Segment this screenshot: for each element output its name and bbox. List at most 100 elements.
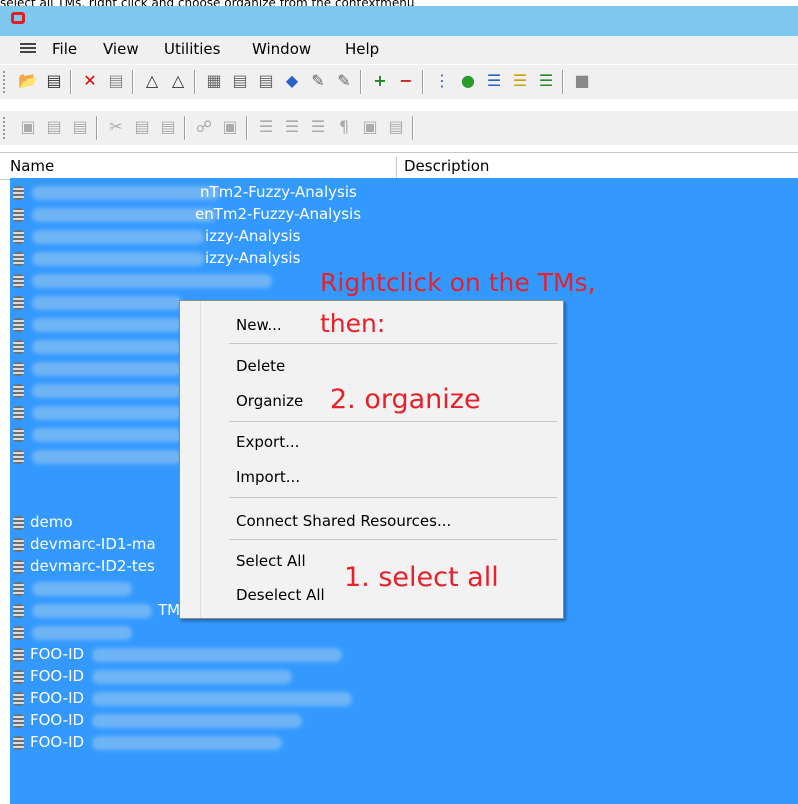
annotation-organize: 2. organize [330, 384, 481, 415]
list-item[interactable]: enTm2-Fuzzy-Analysis [10, 204, 798, 226]
list-item[interactable]: FOO-ID [10, 710, 798, 732]
column-description-header[interactable]: Description [404, 157, 489, 175]
column-name-header[interactable]: Name [10, 157, 54, 175]
context-export[interactable]: Export... [236, 433, 299, 451]
open-folder-icon[interactable]: 📂 [18, 71, 38, 91]
database-icon [13, 670, 24, 684]
export-icon[interactable]: ▤ [256, 71, 276, 91]
database-icon [13, 340, 24, 354]
list-item-label: FOO-ID [30, 733, 85, 751]
database-icon [13, 362, 24, 376]
list-item-label: izzy-Analysis [205, 249, 301, 267]
tree-icon[interactable]: ▤ [230, 71, 250, 91]
list-item[interactable]: FOO-ID [10, 732, 798, 754]
system-menu-icon[interactable] [20, 43, 36, 57]
align-left-icon[interactable]: ☰ [256, 117, 276, 137]
toolbar-separator [194, 70, 196, 94]
link-icon[interactable]: ☍ [194, 117, 214, 137]
copy-doc-icon[interactable]: ▤ [106, 71, 126, 91]
database-icon [13, 296, 24, 310]
more-icon[interactable]: ■ [572, 71, 592, 91]
add-item-icon[interactable]: + [370, 71, 390, 91]
menu-utilities[interactable]: Utilities [164, 40, 220, 58]
toolbar-separator [246, 116, 248, 140]
toolbar-grip[interactable] [3, 71, 9, 93]
bullets-yellow-icon[interactable]: ☰ [510, 71, 530, 91]
list-item-label: devmarc-ID1-ma [30, 535, 156, 553]
align-center-icon[interactable]: ☰ [282, 117, 302, 137]
edit-b-icon[interactable]: ✎ [334, 71, 354, 91]
database-icon [13, 450, 24, 464]
context-organize[interactable]: Organize [236, 392, 303, 410]
context-import[interactable]: Import... [236, 468, 300, 486]
cut-icon[interactable]: ✂ [106, 117, 126, 137]
annotation-then: then: [320, 309, 386, 338]
database-icon [13, 582, 24, 596]
menu-window[interactable]: Window [252, 40, 311, 58]
toolbar-separator [422, 70, 424, 94]
toolbar-separator [132, 70, 134, 94]
context-deselect-all[interactable]: Deselect All [236, 586, 325, 604]
list-item-label: FOO-ID [30, 667, 85, 685]
bullets-icon[interactable]: ☰ [484, 71, 504, 91]
list-item[interactable]: izzy-Analysis [10, 226, 798, 248]
list-item-label: izzy-Analysis [205, 227, 301, 245]
menu-help[interactable]: Help [345, 40, 379, 58]
list-item[interactable]: FOO-ID [10, 644, 798, 666]
annotation-rightclick: Rightclick on the TMs, [320, 268, 596, 297]
database-icon [13, 186, 24, 200]
align-right-icon[interactable]: ☰ [308, 117, 328, 137]
grid-icon[interactable]: ▦ [204, 71, 224, 91]
context-new[interactable]: New... [236, 316, 282, 334]
list-item-label: FOO-ID [30, 689, 85, 707]
list-item[interactable] [10, 622, 798, 644]
list-item-label: FOO-ID [30, 645, 85, 663]
title-bar [0, 6, 798, 36]
main-toolbar: 📂 ▤ ✕ ▤ △ △ ▦ ▤ ▤ ◆ ✎ ✎ + − ⋮ ● ☰ ☰ ☰ ■ [0, 64, 798, 99]
list-item[interactable]: FOO-ID [10, 666, 798, 688]
toolbar-grip[interactable] [3, 117, 9, 139]
page-icon[interactable]: ▤ [386, 117, 406, 137]
context-select-all[interactable]: Select All [236, 552, 306, 570]
disk-icon[interactable]: ▣ [18, 117, 38, 137]
paste-icon[interactable]: ▤ [158, 117, 178, 137]
list-item-label: TM [158, 601, 181, 619]
context-connect-shared-resources[interactable]: Connect Shared Resources... [236, 512, 451, 530]
toolbar-separator [360, 70, 362, 94]
edit-a-icon[interactable]: ✎ [308, 71, 328, 91]
move-down-doc-icon[interactable]: △ [168, 71, 188, 91]
menu-view[interactable]: View [103, 40, 139, 58]
archive-icon[interactable]: ▣ [220, 117, 240, 137]
toolbar-separator [562, 70, 564, 94]
list-item-label: devmarc-ID2-tes [30, 557, 155, 575]
globe-icon[interactable]: ● [458, 71, 478, 91]
menu-file[interactable]: File [52, 40, 77, 58]
database-icon [13, 318, 24, 332]
move-up-doc-icon[interactable]: △ [142, 71, 162, 91]
list-item[interactable]: nTm2-Fuzzy-Analysis [10, 182, 798, 204]
tag-icon[interactable]: ◆ [282, 71, 302, 91]
toolbar-separator [96, 116, 98, 140]
database-icon [13, 692, 24, 706]
checklist-icon[interactable]: ☰ [536, 71, 556, 91]
database-icon [13, 538, 24, 552]
database-icon [13, 516, 24, 530]
database-icon [13, 274, 24, 288]
toolbar-separator [70, 70, 72, 94]
list-icon[interactable]: ⋮ [432, 71, 452, 91]
database-icon [13, 736, 24, 750]
save-icon[interactable]: ▤ [44, 117, 64, 137]
list-item[interactable]: izzy-Analysis [10, 248, 798, 270]
print-icon[interactable]: ▤ [44, 71, 64, 91]
remove-item-icon[interactable]: − [396, 71, 416, 91]
list-item[interactable]: FOO-ID [10, 688, 798, 710]
monitor-icon[interactable]: ▣ [360, 117, 380, 137]
context-separator [229, 539, 557, 540]
delete-x-icon[interactable]: ✕ [80, 71, 100, 91]
database-icon [13, 714, 24, 728]
print2-icon[interactable]: ▤ [70, 117, 90, 137]
annotation-select-all: 1. select all [344, 562, 499, 593]
context-delete[interactable]: Delete [236, 357, 285, 375]
copy-icon[interactable]: ▤ [132, 117, 152, 137]
pilcrow-icon[interactable]: ¶ [334, 117, 354, 137]
